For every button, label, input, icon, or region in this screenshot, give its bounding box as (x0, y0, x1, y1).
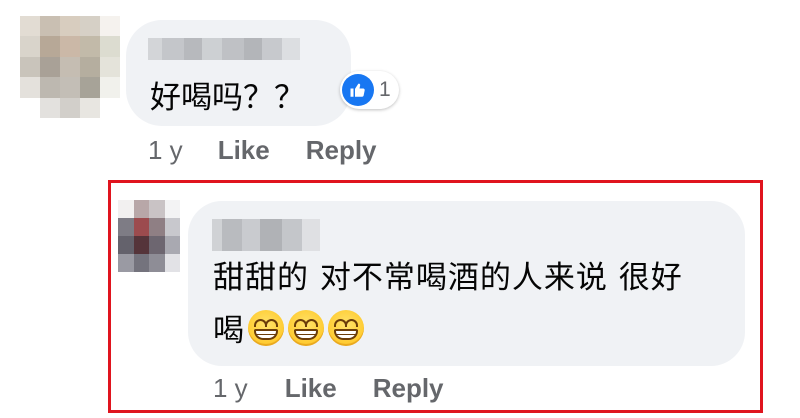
avatar-pixel (20, 16, 40, 37)
reply-button[interactable]: Reply (373, 373, 444, 404)
avatar-pixel (60, 77, 80, 98)
avatar-pixel (164, 236, 180, 254)
redaction-block (282, 219, 302, 251)
emoji-mouth (334, 328, 358, 340)
avatar-pixel (133, 200, 149, 218)
grinning-face-emoji-icon (288, 309, 324, 346)
redaction-block (282, 38, 300, 60)
avatar-pixel (80, 77, 100, 98)
avatar-pixel (149, 218, 165, 236)
avatar-pixel (40, 36, 60, 57)
grinning-face-emoji-icon (248, 309, 284, 346)
redaction-block (148, 38, 162, 60)
emoji-eye (345, 318, 358, 327)
avatar-pixel (40, 77, 60, 98)
avatar-pixel (40, 16, 60, 37)
author-name-redacted[interactable] (148, 38, 300, 60)
reply-actions: 1 y Like Reply (213, 373, 444, 404)
avatar-pixel (60, 16, 80, 37)
reply-timestamp[interactable]: 1 y (213, 373, 248, 404)
avatar-pixel (118, 236, 134, 254)
redaction-block (260, 219, 282, 251)
avatar-pixel (20, 36, 40, 57)
redaction-block (222, 219, 242, 251)
emoji-eye (265, 318, 278, 327)
grinning-face-emoji-icon (328, 309, 364, 346)
redaction-block (162, 38, 184, 60)
avatar-pixel (20, 77, 40, 98)
avatar-pixel (118, 218, 134, 236)
avatar[interactable] (20, 16, 120, 118)
avatar-pixel (100, 16, 120, 37)
avatar-pixel (133, 236, 149, 254)
avatar-pixel (164, 218, 180, 236)
redaction-block (242, 219, 260, 251)
avatar-pixel (164, 254, 180, 272)
reply-button[interactable]: Reply (306, 135, 377, 166)
avatar-pixel (133, 254, 149, 272)
redaction-block (212, 219, 222, 251)
avatar-pixel (80, 36, 100, 57)
avatar-pixel (149, 236, 165, 254)
avatar-pixel (20, 97, 40, 118)
avatar-pixel (20, 56, 40, 78)
redaction-block (302, 219, 320, 251)
thumbs-up-icon (342, 74, 374, 106)
emoji-mouth (254, 328, 278, 340)
redaction-block (262, 38, 282, 60)
emoji-mouth (294, 328, 318, 340)
reaction-badge[interactable]: 1 (340, 71, 399, 109)
avatar-pixel (60, 97, 80, 118)
reaction-count: 1 (379, 78, 391, 101)
avatar-pixel (100, 56, 120, 78)
like-button[interactable]: Like (285, 373, 337, 404)
comment-timestamp[interactable]: 1 y (148, 135, 183, 166)
redaction-block (202, 38, 222, 60)
reply-text-line: 喝 (213, 305, 364, 350)
avatar-pixel (60, 36, 80, 57)
avatar-pixel (40, 97, 60, 118)
reply-text-line: 甜甜的 对不常喝酒的人来说 很好 (213, 260, 683, 296)
avatar-pixel (80, 16, 100, 37)
redaction-block (244, 38, 262, 60)
like-button[interactable]: Like (218, 135, 270, 166)
avatar[interactable] (118, 200, 180, 272)
avatar-pixel (40, 56, 60, 78)
avatar-pixel (60, 56, 80, 78)
avatar-pixel (80, 97, 100, 118)
avatar-pixel (149, 200, 165, 218)
avatar-pixel (133, 218, 149, 236)
avatar-pixel (164, 200, 180, 218)
comment-actions: 1 y Like Reply (148, 135, 377, 166)
redaction-block (222, 38, 244, 60)
redaction-block (184, 38, 202, 60)
reply-text-fragment: 喝 (213, 313, 244, 349)
avatar-pixel (100, 97, 120, 118)
author-name-redacted[interactable] (212, 219, 320, 251)
comment-text: 好喝吗？？ (150, 80, 305, 116)
avatar-pixel (100, 36, 120, 57)
emoji-eye (305, 318, 318, 327)
avatar-pixel (118, 254, 134, 272)
avatar-pixel (118, 200, 134, 218)
avatar-pixel (100, 77, 120, 98)
avatar-pixel (149, 254, 165, 272)
avatar-pixel (80, 56, 100, 78)
